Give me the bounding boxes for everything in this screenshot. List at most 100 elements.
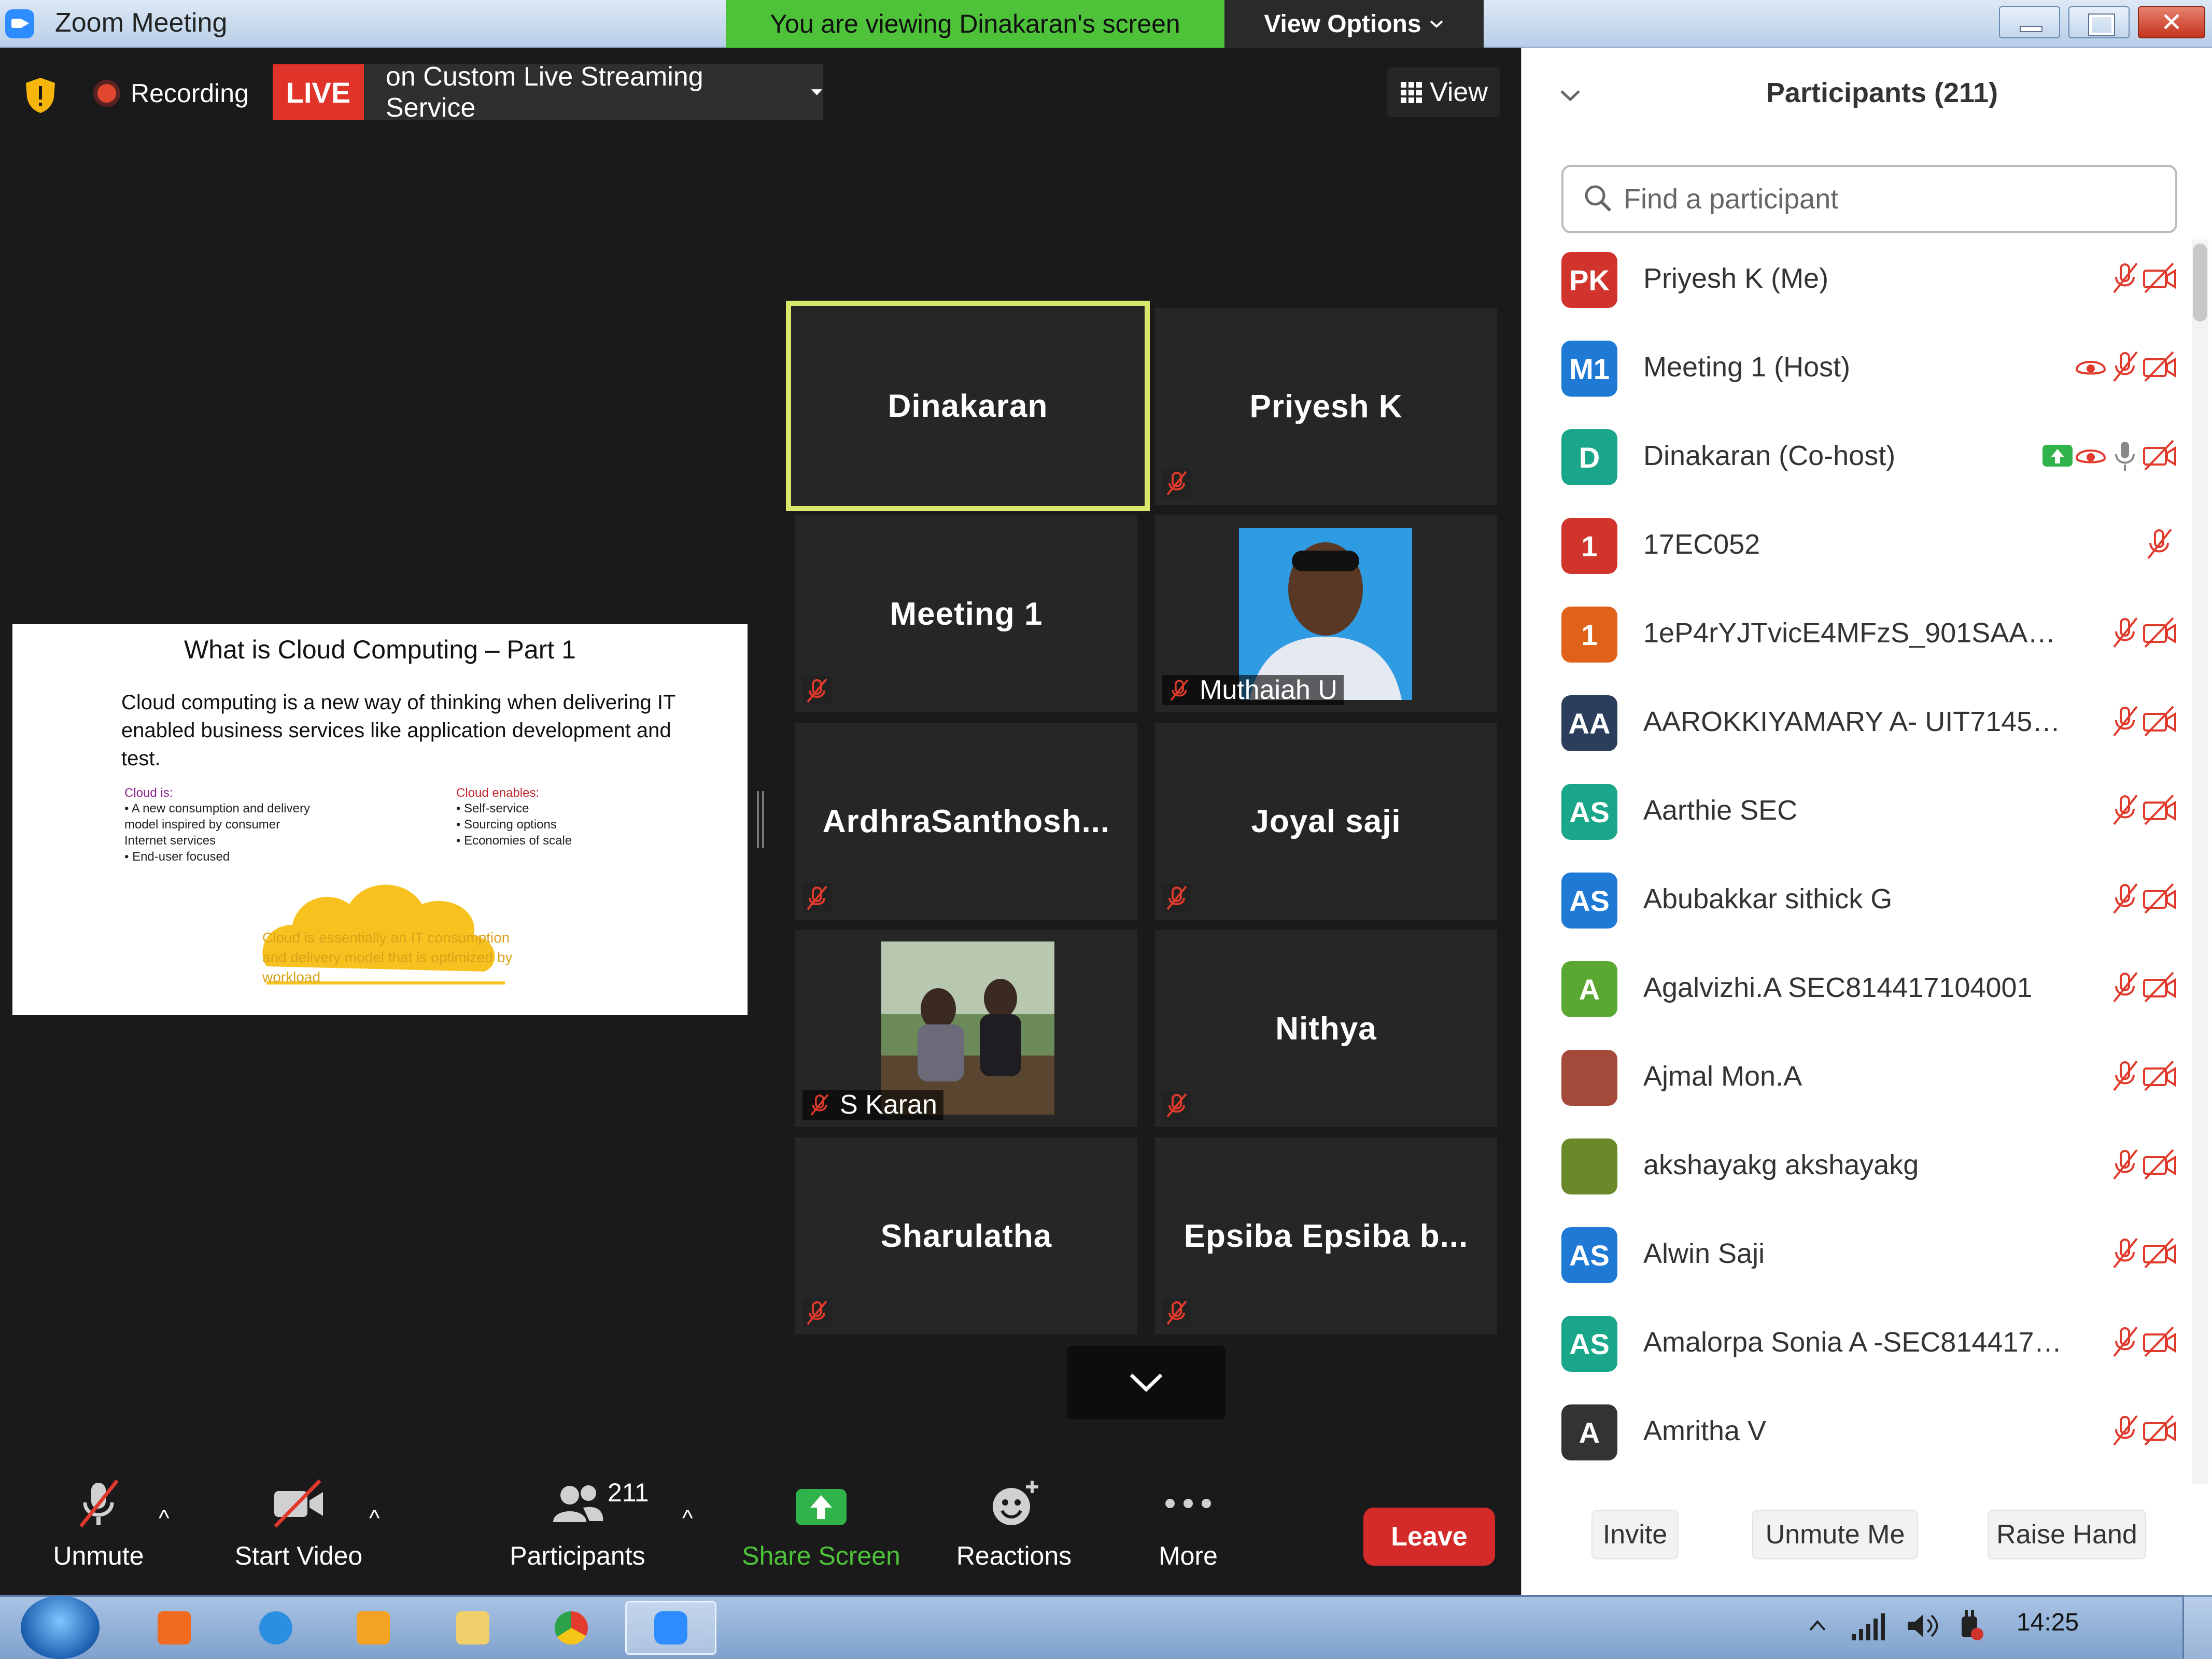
recording-icon: [2073, 438, 2109, 474]
volume-icon[interactable]: [1905, 1610, 1941, 1641]
minimize-button[interactable]: [1999, 6, 2060, 38]
grid-icon: [1401, 82, 1422, 103]
taskbar-internet-explorer[interactable]: [234, 1601, 317, 1655]
invite-button[interactable]: Invite: [1591, 1510, 1679, 1559]
view-options-button[interactable]: View Options: [1224, 0, 1484, 48]
video-tile-meeting-1[interactable]: Meeting 1: [795, 515, 1137, 712]
muted-mic-icon: [1162, 1298, 1191, 1327]
tile-name: Sharulatha: [880, 1218, 1052, 1254]
participant-row[interactable]: PK Priyesh K (Me): [1521, 240, 2190, 328]
participant-row[interactable]: 1 17EC052: [1521, 505, 2190, 594]
slide-right-heading: Cloud enables:: [456, 786, 540, 800]
internet-explorer-icon: [259, 1611, 292, 1644]
participant-row[interactable]: M1 Meeting 1 (Host): [1521, 328, 2190, 417]
participant-row[interactable]: D Dinakaran (Co-host): [1521, 417, 2190, 505]
muted-mic-icon: [810, 1094, 829, 1116]
participant-list-scrollbar[interactable]: [2192, 240, 2208, 1484]
unmute-me-button[interactable]: Unmute Me: [1752, 1510, 1918, 1559]
video-off-icon: [2141, 792, 2177, 828]
more-button[interactable]: More: [1095, 1478, 1281, 1571]
view-options-label: View Options: [1264, 10, 1421, 38]
slide-right-item: • Self-service: [456, 802, 529, 816]
participant-row[interactable]: AS Aarthie SEC: [1521, 771, 2190, 860]
participant-row[interactable]: A Amritha V: [1521, 1392, 2190, 1481]
participants-button[interactable]: 211 Participants: [484, 1478, 671, 1571]
participant-avatar: A: [1561, 961, 1617, 1017]
participants-icon: [553, 1485, 603, 1522]
search-input[interactable]: Find a participant: [1561, 165, 2177, 233]
participant-row[interactable]: AS Alwin Saji: [1521, 1215, 2190, 1303]
show-desktop-button[interactable]: [2182, 1595, 2212, 1659]
video-tile-dinakaran[interactable]: Dinakaran: [786, 301, 1150, 511]
muted-mic-icon: [2107, 881, 2143, 917]
scrollbar-thumb[interactable]: [2193, 244, 2207, 321]
raise-hand-button[interactable]: Raise Hand: [1988, 1510, 2146, 1559]
view-layout-button[interactable]: View: [1387, 67, 1500, 117]
video-tile-nithya[interactable]: Nithya: [1155, 930, 1497, 1127]
muted-mic-icon: [79, 1479, 119, 1528]
muted-mic-icon: [2107, 704, 2143, 740]
security-shield-icon[interactable]: [24, 77, 57, 114]
tray-expand-icon[interactable]: [1808, 1615, 1827, 1636]
recording-dot-icon: [93, 80, 120, 107]
shared-screen[interactable]: What is Cloud Computing – Part 1 Cloud c…: [12, 624, 748, 1015]
close-button[interactable]: ✕: [2138, 6, 2205, 38]
participant-name: Aarthie SEC: [1643, 795, 1798, 826]
muted-mic-icon: [802, 676, 832, 705]
video-tile-ardhrasanthosh[interactable]: ArdhraSanthosh...: [795, 723, 1137, 920]
search-icon: [1585, 185, 1612, 212]
participant-row[interactable]: akshayakg akshayakg: [1521, 1126, 2190, 1215]
taskbar-xampp[interactable]: [133, 1601, 216, 1655]
chevron-down-icon: [1430, 20, 1443, 28]
share-screen-button[interactable]: Share Screen: [728, 1478, 914, 1571]
participant-row[interactable]: Ajmal Mon.A: [1521, 1037, 2190, 1126]
participants-label: Participants: [510, 1541, 645, 1570]
participant-row[interactable]: 1 1eP4rYJTvicE4MFzS_901SAAAAA...: [1521, 594, 2190, 683]
taskbar-media-player[interactable]: [332, 1601, 415, 1655]
video-tile-s-karan[interactable]: S Karan: [795, 930, 1137, 1127]
participant-row[interactable]: A Agalvizhi.A SEC814417104001: [1521, 949, 2190, 1037]
participant-name: Amalorpa Sonia A -SEC8144171...: [1643, 1327, 2063, 1358]
more-label: More: [1159, 1541, 1218, 1570]
participant-row[interactable]: AA AAROKKIYAMARY A- UIT714517...: [1521, 683, 2190, 771]
participants-options-caret[interactable]: ^: [682, 1506, 693, 1531]
participant-avatar: PK: [1561, 252, 1617, 308]
muted-mic-icon: [1162, 883, 1191, 912]
participant-avatar: 1: [1561, 607, 1617, 663]
muted-mic-icon: [2107, 1413, 2143, 1449]
video-off-icon: [2141, 1235, 2177, 1272]
video-tile-priyesh-k[interactable]: Priyesh K: [1155, 308, 1497, 505]
recording-indicator[interactable]: Recording: [93, 73, 249, 114]
participant-avatar: AA: [1561, 695, 1617, 751]
media-player-icon: [357, 1611, 390, 1644]
video-tile-joyal-saji[interactable]: Joyal saji: [1155, 723, 1497, 920]
folder-icon: [456, 1611, 489, 1644]
participant-avatar: AS: [1561, 873, 1617, 929]
split-view-handle[interactable]: [757, 791, 764, 848]
participant-row[interactable]: AS Amalorpa Sonia A -SEC8144171...: [1521, 1303, 2190, 1392]
xampp-icon: [158, 1611, 191, 1644]
video-tile-muthaiah-u[interactable]: Muthaiah U: [1155, 515, 1497, 712]
muted-mic-icon: [2107, 792, 2143, 828]
taskbar-file-explorer[interactable]: [431, 1601, 514, 1655]
video-options-caret[interactable]: ^: [369, 1506, 380, 1531]
live-stream-dropdown[interactable]: on Custom Live Streaming Service: [364, 62, 823, 123]
gallery-next-page-button[interactable]: [1067, 1346, 1225, 1419]
slide-right-list: • Self-service • Sourcing options • Econ…: [456, 800, 643, 849]
start-video-button[interactable]: Start Video: [205, 1478, 392, 1571]
start-video-label: Start Video: [234, 1541, 363, 1570]
leave-button[interactable]: Leave: [1363, 1508, 1495, 1566]
video-tile-sharulatha[interactable]: Sharulatha: [795, 1137, 1137, 1334]
audio-options-caret[interactable]: ^: [159, 1506, 170, 1531]
participant-row[interactable]: AS Abubakkar sithick G: [1521, 860, 2190, 949]
taskbar-clock[interactable]: 14:25: [2017, 1608, 2079, 1637]
network-signal-icon[interactable]: [1851, 1611, 1887, 1642]
reactions-button[interactable]: Reactions: [921, 1478, 1107, 1571]
taskbar-zoom[interactable]: [625, 1601, 716, 1655]
maximize-button[interactable]: [2068, 6, 2130, 38]
power-plug-icon[interactable]: [1954, 1609, 1985, 1643]
start-button[interactable]: [21, 1596, 100, 1659]
participant-list[interactable]: PK Priyesh K (Me) M1 Meeting 1 (Host) D Dinak…: [1521, 240, 2190, 1499]
taskbar-chrome[interactable]: [530, 1601, 613, 1655]
video-tile-epsiba[interactable]: Epsiba Epsiba b...: [1155, 1137, 1497, 1334]
